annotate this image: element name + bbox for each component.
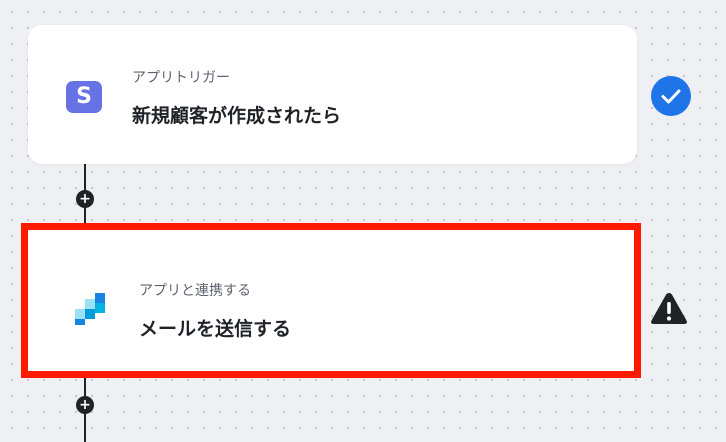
- highlight-frame: アプリと連携する メールを送信する: [21, 223, 641, 378]
- trigger-step-card[interactable]: S アプリトリガー 新規顧客が作成されたら: [28, 25, 637, 164]
- stripe-s-icon: S: [66, 81, 102, 113]
- warning-icon: [649, 290, 689, 328]
- add-step-button-bottom[interactable]: +: [76, 396, 94, 414]
- step-type-label: アプリトリガー: [132, 70, 230, 86]
- action-step-card[interactable]: アプリと連携する メールを送信する: [35, 237, 627, 364]
- check-icon: [651, 76, 691, 116]
- step-type-label: アプリと連携する: [139, 283, 251, 299]
- sendgrid-mosaic-icon: [74, 290, 110, 326]
- step-title: 新規顧客が作成されたら: [132, 105, 342, 127]
- step-title: メールを送信する: [139, 318, 292, 340]
- add-step-button[interactable]: +: [76, 190, 94, 208]
